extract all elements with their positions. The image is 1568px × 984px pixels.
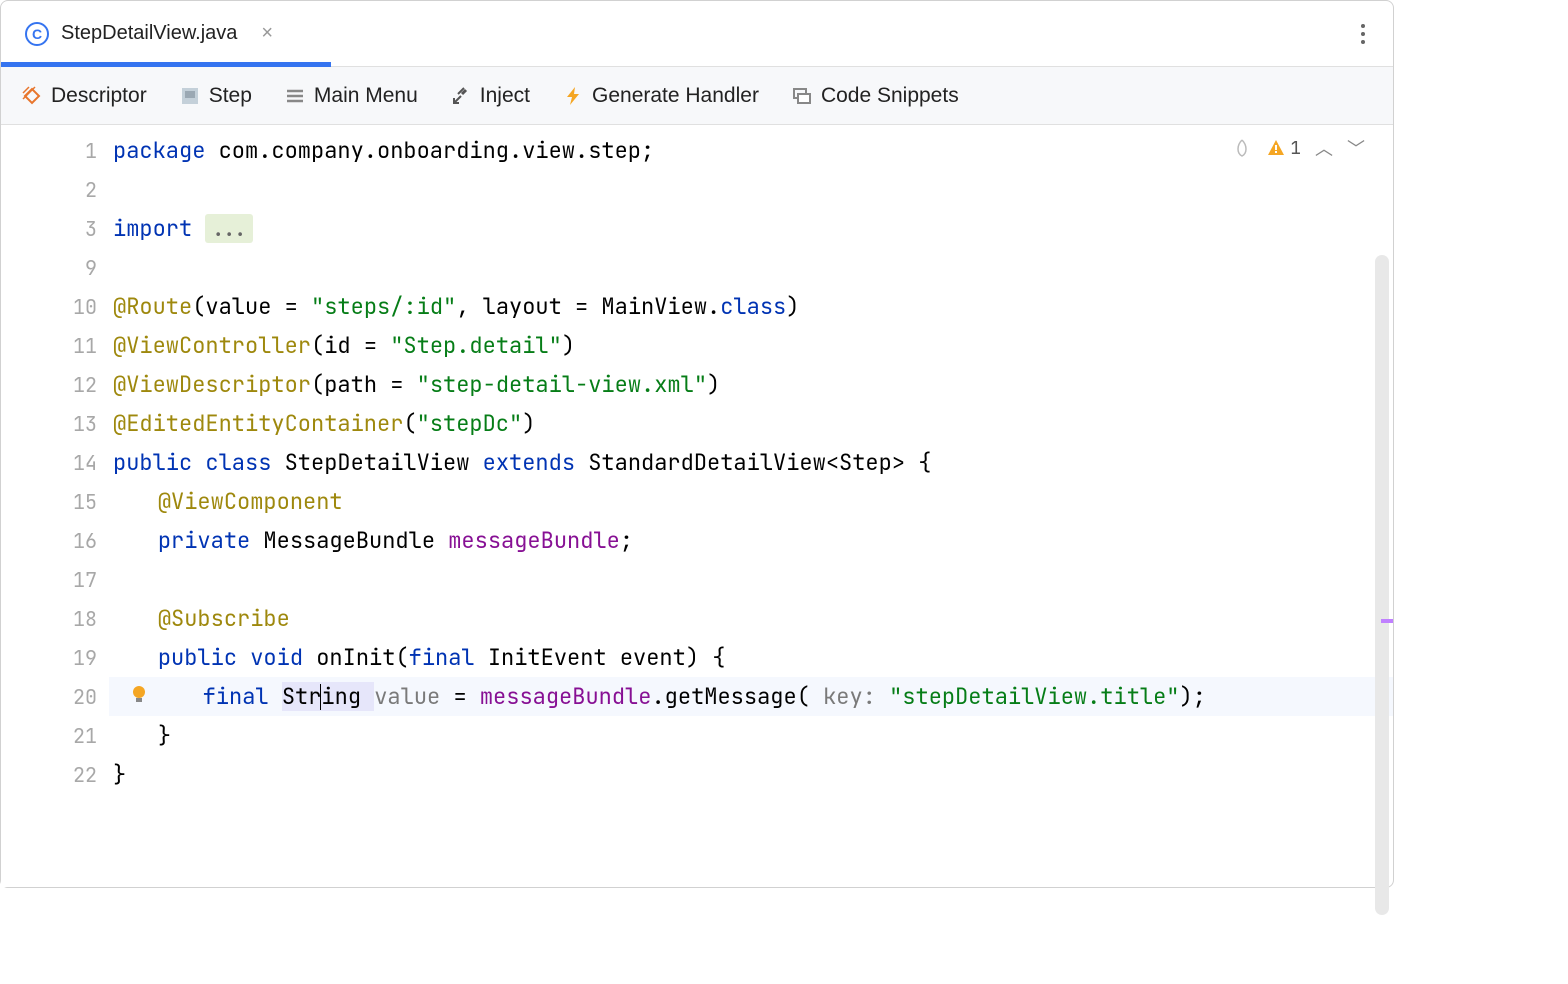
warnings-badge[interactable]: 1 (1266, 137, 1301, 160)
inspections-widget[interactable]: 1 ︿ ﹀ (1232, 135, 1365, 161)
line-number[interactable]: 22 (1, 755, 109, 794)
snippets-icon (791, 85, 813, 107)
chevron-up-icon[interactable]: ︿ (1315, 135, 1333, 161)
line-number[interactable]: 9 (1, 248, 109, 287)
tab-bar: C StepDetailView.java × (1, 1, 1393, 67)
error-stripe-marker[interactable] (1381, 619, 1393, 623)
vertical-scrollbar[interactable] (1375, 255, 1389, 915)
line-number[interactable]: 2 (1, 170, 109, 209)
line-number[interactable]: 13 (1, 404, 109, 443)
step-icon (179, 85, 201, 107)
inject-icon (450, 85, 472, 107)
intention-bulb-icon[interactable] (129, 682, 149, 711)
line-gutter: 1 2 3 9 10 11 12 13 14 15 16 17 18 19 20… (1, 125, 109, 887)
generate-handler-button[interactable]: Generate Handler (562, 84, 759, 108)
descriptor-icon (21, 85, 43, 107)
line-number[interactable]: 12 (1, 365, 109, 404)
line-number[interactable]: 18 (1, 599, 109, 638)
warning-icon (1266, 138, 1286, 158)
java-class-icon: C (25, 22, 49, 46)
line-number[interactable]: 16 (1, 521, 109, 560)
fire-icon (1232, 138, 1252, 158)
file-tab[interactable]: C StepDetailView.java × (1, 1, 297, 66)
tab-title: StepDetailView.java (61, 22, 237, 45)
line-number[interactable]: 20 (1, 677, 109, 716)
chevron-down-icon[interactable]: ﹀ (1347, 135, 1365, 161)
line-number[interactable]: 11 (1, 326, 109, 365)
more-options-button[interactable] (1353, 16, 1373, 52)
line-number[interactable]: 19 (1, 638, 109, 677)
descriptor-button[interactable]: Descriptor (21, 84, 147, 108)
line-number[interactable]: 17 (1, 560, 109, 599)
line-number[interactable]: 10 (1, 287, 109, 326)
editor-toolbar: Descriptor Step Main Menu Inject Generat… (1, 67, 1393, 125)
line-number[interactable]: 14 (1, 443, 109, 482)
line-number[interactable]: 15 (1, 482, 109, 521)
lightning-icon (562, 85, 584, 107)
line-number[interactable]: 21 (1, 716, 109, 755)
menu-icon (284, 85, 306, 107)
code-snippets-button[interactable]: Code Snippets (791, 84, 959, 108)
close-icon[interactable]: × (261, 22, 273, 45)
line-number[interactable]: 1 (1, 131, 109, 170)
main-menu-button[interactable]: Main Menu (284, 84, 418, 108)
folded-imports[interactable]: ... (205, 214, 253, 243)
line-number[interactable]: 3 (1, 209, 109, 248)
code-content[interactable]: package com.company.onboarding.view.step… (109, 125, 1393, 887)
step-button[interactable]: Step (179, 84, 252, 108)
inject-button[interactable]: Inject (450, 84, 530, 108)
code-editor[interactable]: 1 2 3 9 10 11 12 13 14 15 16 17 18 19 20… (1, 125, 1393, 887)
